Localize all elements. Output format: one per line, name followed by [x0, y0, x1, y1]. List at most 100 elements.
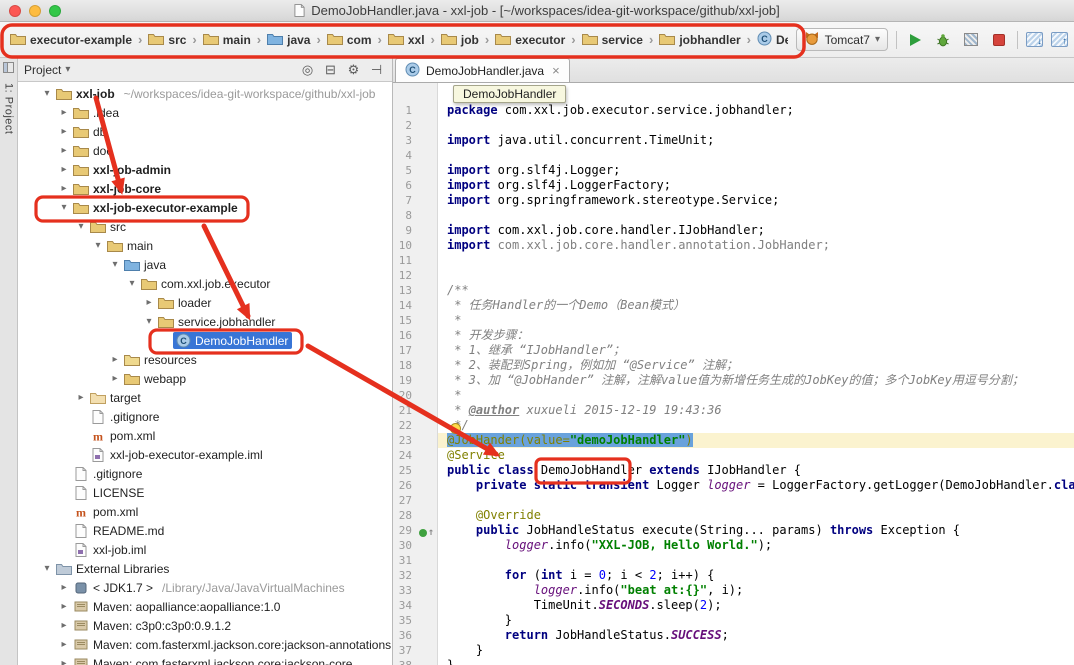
chevron-expanded-icon[interactable]: ▾ [74, 221, 88, 232]
line-number[interactable]: 38 [393, 658, 438, 665]
tree-row-.gitignore[interactable]: .gitignore [18, 464, 392, 483]
tree-row-readme.md[interactable]: README.md [18, 521, 392, 540]
line-number[interactable]: 10 [393, 238, 438, 253]
line-number[interactable]: 14 [393, 298, 438, 313]
tree-row-com.xxl.job.executor[interactable]: ▾com.xxl.job.executor [18, 274, 392, 293]
vcs-update-button[interactable]: ↓ [1026, 32, 1043, 47]
line-number[interactable]: 26 [393, 478, 438, 493]
line-number[interactable]: 34 [393, 598, 438, 613]
chevron-expanded-icon[interactable]: ▾ [125, 278, 139, 289]
tree-row-resources[interactable]: ▸resources [18, 350, 392, 369]
breadcrumb-item-xxl[interactable]: xxl [386, 30, 427, 50]
tree-row-xxl-job-core[interactable]: ▸xxl-job-core [18, 179, 392, 198]
line-number[interactable]: 12 [393, 268, 438, 283]
breadcrumb-item-executor-example[interactable]: executor-example [8, 30, 134, 50]
tree-row-pom.xml[interactable]: mpom.xml [18, 502, 392, 521]
tool-window-icon[interactable] [3, 62, 14, 76]
line-number[interactable]: 11 [393, 253, 438, 268]
line-number[interactable]: 24 [393, 448, 438, 463]
line-number[interactable]: 9 [393, 223, 438, 238]
close-window-button[interactable] [9, 5, 21, 17]
tree-row-java[interactable]: ▾java [18, 255, 392, 274]
project-toolwindow-button[interactable]: 1: Project [3, 83, 15, 134]
breadcrumb-item-executor[interactable]: executor [493, 30, 567, 50]
line-number[interactable]: 7 [393, 193, 438, 208]
minimize-window-button[interactable] [29, 5, 41, 17]
tree-row-target[interactable]: ▸target [18, 388, 392, 407]
vcs-commit-button[interactable]: ↑ [1051, 32, 1068, 47]
editor-tab[interactable]: C DemoJobHandler.java × [395, 58, 570, 82]
tree-row-maven-com.fasterxml.jackson.core-jackson-annotations[interactable]: ▸Maven: com.fasterxml.jackson.core:jacks… [18, 635, 392, 654]
chevron-collapsed-icon[interactable]: ▸ [57, 126, 71, 137]
tree-row-main[interactable]: ▾main [18, 236, 392, 255]
line-number[interactable]: 25 [393, 463, 438, 478]
chevron-collapsed-icon[interactable]: ▸ [142, 297, 156, 308]
tree-row-.idea[interactable]: ▸.idea [18, 103, 392, 122]
line-number[interactable]: 18 [393, 358, 438, 373]
code-area[interactable]: 1package com.xxl.job.executor.service.jo… [393, 83, 1074, 665]
breadcrumb-item-java[interactable]: java [265, 30, 312, 50]
breadcrumb-item-job[interactable]: job [439, 30, 481, 50]
tree-row-jdk1.7[interactable]: ▸< JDK1.7 >/Library/Java/JavaVirtualMach… [18, 578, 392, 597]
debug-button[interactable] [933, 30, 953, 50]
chevron-collapsed-icon[interactable]: ▸ [57, 183, 71, 194]
chevron-collapsed-icon[interactable]: ▸ [108, 373, 122, 384]
line-number[interactable]: 4 [393, 148, 438, 163]
line-number[interactable]: 32 [393, 568, 438, 583]
tree-row-xxl-job[interactable]: ▾xxl-job~/workspaces/idea-git-workspace/… [18, 84, 392, 103]
run-button[interactable] [905, 30, 925, 50]
line-number[interactable]: 16 [393, 328, 438, 343]
tree-row-maven-com.fasterxml.jackson.core-jackson-core[interactable]: ▸Maven: com.fasterxml.jackson.core:jacks… [18, 654, 392, 665]
settings-gear-icon[interactable]: ⚙ [344, 62, 363, 78]
tree-row-.gitignore[interactable]: .gitignore [18, 407, 392, 426]
collapse-all-icon[interactable]: ⊟ [321, 62, 340, 78]
line-number[interactable]: 27 [393, 493, 438, 508]
line-number[interactable]: 30 [393, 538, 438, 553]
tree-row-service.jobhandler[interactable]: ▾service.jobhandler [18, 312, 392, 331]
chevron-collapsed-icon[interactable]: ▸ [57, 620, 71, 631]
breadcrumb-item-jobhandler[interactable]: jobhandler [657, 30, 742, 50]
line-number[interactable]: 17 [393, 343, 438, 358]
line-number[interactable]: 2 [393, 118, 438, 133]
tree-row-xxl-job-admin[interactable]: ▸xxl-job-admin [18, 160, 392, 179]
breadcrumb-item-com[interactable]: com [325, 30, 374, 50]
chevron-collapsed-icon[interactable]: ▸ [57, 164, 71, 175]
line-number[interactable]: 37 [393, 643, 438, 658]
stop-button[interactable] [989, 30, 1009, 50]
line-number[interactable]: 21 [393, 403, 438, 418]
line-number[interactable]: 28 [393, 508, 438, 523]
chevron-collapsed-icon[interactable]: ▸ [57, 107, 71, 118]
line-number[interactable]: 31 [393, 553, 438, 568]
tree-row-webapp[interactable]: ▸webapp [18, 369, 392, 388]
breadcrumb-item-src[interactable]: src [146, 30, 188, 50]
chevron-expanded-icon[interactable]: ▾ [57, 202, 71, 213]
view-dropdown-icon[interactable]: ▾ [65, 64, 70, 75]
tree-row-maven-c3p0-c3p0-0.9.1.2[interactable]: ▸Maven: c3p0:c3p0:0.9.1.2 [18, 616, 392, 635]
line-number[interactable]: 29↑ [393, 523, 438, 538]
run-config-selector[interactable]: Tomcat7 ▾ [796, 28, 888, 51]
line-number[interactable]: 36 [393, 628, 438, 643]
tree-row-license[interactable]: LICENSE [18, 483, 392, 502]
chevron-expanded-icon[interactable]: ▾ [91, 240, 105, 251]
line-number[interactable]: 19 [393, 373, 438, 388]
chevron-collapsed-icon[interactable]: ▸ [57, 639, 71, 650]
tree-row-src[interactable]: ▾src [18, 217, 392, 236]
breadcrumb-item-demojobhandler[interactable]: CDemoJobHandler [755, 29, 788, 51]
line-number[interactable]: 22 [393, 418, 438, 433]
line-number[interactable]: 20 [393, 388, 438, 403]
line-number[interactable]: 5 [393, 163, 438, 178]
tree-row-db[interactable]: ▸db [18, 122, 392, 141]
line-number[interactable]: 15 [393, 313, 438, 328]
line-number[interactable]: 23 [393, 433, 438, 448]
tree-row-maven-aopalliance-aopalliance-1.0[interactable]: ▸Maven: aopalliance:aopalliance:1.0 [18, 597, 392, 616]
locate-icon[interactable]: ◎ [298, 62, 317, 78]
hide-panel-icon[interactable]: ⊣ [367, 62, 386, 78]
tree-row-xxl-job.iml[interactable]: xxl-job.iml [18, 540, 392, 559]
tree-row-xxl-job-executor-example.iml[interactable]: xxl-job-executor-example.iml [18, 445, 392, 464]
chevron-expanded-icon[interactable]: ▾ [40, 563, 54, 574]
line-number[interactable]: 33 [393, 583, 438, 598]
chevron-collapsed-icon[interactable]: ▸ [57, 601, 71, 612]
line-number[interactable]: 35 [393, 613, 438, 628]
close-icon[interactable]: × [552, 63, 560, 78]
coverage-button[interactable] [961, 30, 981, 50]
